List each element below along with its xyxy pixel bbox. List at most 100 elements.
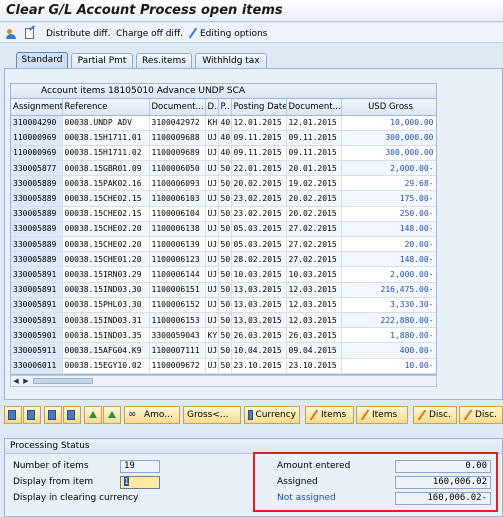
table-cell[interactable]: 00038.15AFG04.K9 (62, 342, 150, 359)
select-all-button[interactable] (4, 406, 22, 424)
table-cell[interactable]: 330005891 (11, 266, 63, 283)
table-cell[interactable]: 10.00- (341, 358, 436, 374)
column-header[interactable]: Assignment (11, 99, 63, 116)
column-header[interactable]: Document... (286, 99, 342, 116)
table-cell[interactable]: 330005877 (11, 160, 63, 177)
table-cell[interactable]: 1100007111 (149, 342, 206, 359)
table-cell[interactable]: 26.03.2015 (231, 327, 287, 344)
table-cell[interactable]: 28.02.2015 (231, 251, 287, 268)
editing-options-button[interactable]: Editing options (188, 27, 267, 40)
table-cell[interactable]: 05.03.2015 (231, 236, 287, 253)
column-header[interactable]: D.. (205, 99, 219, 116)
table-cell[interactable]: 330005891 (11, 297, 63, 313)
table-cell[interactable]: 00038.15PAK02.16 (62, 175, 150, 192)
table-cell[interactable]: 05.03.2015 (231, 221, 287, 238)
table-cell[interactable]: 330005901 (11, 327, 63, 344)
scroll-left-icon[interactable]: ◀ (11, 376, 21, 386)
table-row[interactable]: 330005889 00038.15CHE02.15 1100006103 UJ 50 2… (11, 190, 436, 207)
table-cell[interactable]: 175.00- (341, 190, 436, 207)
table-cell[interactable]: 50 (218, 297, 232, 313)
table-cell[interactable]: 330005911 (11, 342, 63, 359)
table-cell[interactable]: 148.00- (341, 221, 436, 238)
table-cell[interactable]: 330005889 (11, 206, 63, 222)
people-icon[interactable] (6, 27, 20, 40)
column-header[interactable]: Posting Date (231, 99, 287, 116)
display-from-item-field[interactable]: 1 (120, 476, 160, 489)
table-cell[interactable]: 330005889 (11, 251, 63, 268)
table-cell[interactable]: UJ (205, 206, 219, 222)
table-cell[interactable]: 1100006050 (149, 160, 206, 177)
table-cell[interactable]: 400.00- (341, 342, 436, 359)
table-cell[interactable]: 23.10.2015 (231, 358, 287, 374)
table-cell[interactable]: 2,000.00- (341, 160, 436, 177)
table-cell[interactable]: 27.02.2015 (286, 251, 342, 268)
table-cell[interactable]: 330005889 (11, 221, 63, 238)
table-cell[interactable]: 148.00- (341, 251, 436, 268)
table-cell[interactable]: 00038.15CHE01.20 (62, 251, 150, 268)
table-cell[interactable]: 1100006153 (149, 312, 206, 329)
table-cell[interactable]: 23.10.2015 (286, 358, 342, 374)
table-cell[interactable]: 12.03.2015 (286, 297, 342, 313)
scroll-right-icon[interactable]: ▶ (21, 376, 31, 386)
table-cell[interactable]: 50 (218, 236, 232, 253)
table-cell[interactable]: UJ (205, 312, 219, 329)
table-cell[interactable]: 00038.15CHE02.15 (62, 206, 150, 222)
tab-withholding-tax[interactable]: Withhldg tax (195, 53, 267, 68)
table-cell[interactable]: 00038.15GBR01.09 (62, 160, 150, 177)
table-cell[interactable]: UJ (205, 221, 219, 238)
currency-button[interactable]: Currency (244, 406, 300, 424)
table-cell[interactable]: 00038.15H1711.01 (62, 130, 150, 146)
table-cell[interactable]: 20.00- (341, 236, 436, 253)
table-cell[interactable]: 00038.15IRN03.29 (62, 266, 150, 283)
table-cell[interactable]: 1100006104 (149, 206, 206, 222)
table-row[interactable]: 330005889 00038.15CHE02.20 1100006138 UJ 50 0… (11, 221, 436, 238)
table-cell[interactable]: 12.03.2015 (286, 282, 342, 298)
table-cell[interactable]: 1100006138 (149, 221, 206, 238)
table-cell[interactable]: UJ (205, 130, 219, 146)
table-cell[interactable]: 300,000.00 (341, 130, 436, 146)
tab-partial-pmt[interactable]: Partial Pmt (71, 53, 133, 68)
table-cell[interactable]: 13.03.2015 (231, 282, 287, 298)
table-cell[interactable]: 12.01.2015 (286, 115, 342, 131)
table-cell[interactable]: UJ (205, 297, 219, 313)
gross-button[interactable]: Gross<... (183, 406, 241, 424)
table-cell[interactable]: 10.03.2015 (231, 266, 287, 283)
table-cell[interactable]: 50 (218, 221, 232, 238)
table-row[interactable]: 330005911 00038.15AFG04.K9 1100007111 UJ 50 1… (11, 342, 436, 359)
table-cell[interactable]: 20.02.2015 (286, 206, 342, 222)
table-cell[interactable]: 13.03.2015 (231, 312, 287, 329)
table-cell[interactable]: 23.02.2015 (231, 206, 287, 222)
table-cell[interactable]: 40 (218, 130, 232, 146)
table-cell[interactable]: 50 (218, 206, 232, 222)
table-cell[interactable]: 330005891 (11, 282, 63, 298)
tab-res-items[interactable]: Res.items (136, 53, 192, 68)
table-cell[interactable]: 00038.15PHL03.30 (62, 297, 150, 313)
table-cell[interactable]: 330005889 (11, 175, 63, 192)
deactivate-items-button[interactable]: Items (356, 406, 408, 424)
table-cell[interactable]: 10,000.00 (341, 115, 436, 131)
table-row[interactable]: 110000969 00038.15H1711.01 1100009688 UJ 40 0… (11, 130, 436, 146)
table-cell[interactable]: UJ (205, 358, 219, 374)
table-cell[interactable]: 13.03.2015 (231, 297, 287, 313)
sort-descending-button[interactable] (103, 406, 121, 424)
table-cell[interactable]: 1100006152 (149, 297, 206, 313)
table-cell[interactable]: UJ (205, 342, 219, 359)
table-cell[interactable]: 00038.15CHE02.20 (62, 221, 150, 238)
table-cell[interactable]: 330005889 (11, 190, 63, 207)
table-cell[interactable]: UJ (205, 175, 219, 192)
table-row[interactable]: 330005901 00038.15IND03.35 3300059043 KY 50 2… (11, 327, 436, 344)
table-row[interactable]: 330005889 00038.15CHE01.20 1100006123 UJ 50 2… (11, 251, 436, 268)
amount-search-button[interactable]: ∞ Amo... (124, 406, 180, 424)
charge-off-diff-button[interactable]: Charge off diff. (116, 27, 183, 40)
deactivate-discount-button[interactable]: Disc. (459, 406, 503, 424)
table-cell[interactable]: 50 (218, 251, 232, 268)
table-cell[interactable]: 20.01.2015 (286, 160, 342, 177)
table-cell[interactable]: UJ (205, 190, 219, 207)
table-cell[interactable]: 27.02.2015 (286, 221, 342, 238)
table-cell[interactable]: KH (205, 115, 219, 131)
table-cell[interactable]: 1100006093 (149, 175, 206, 192)
table-cell[interactable]: 1,880.00- (341, 327, 436, 344)
column-header[interactable]: USD Gross (341, 99, 436, 116)
edit-doc-icon[interactable] (25, 27, 36, 40)
distribute-diff-button[interactable]: Distribute diff. (46, 27, 110, 40)
